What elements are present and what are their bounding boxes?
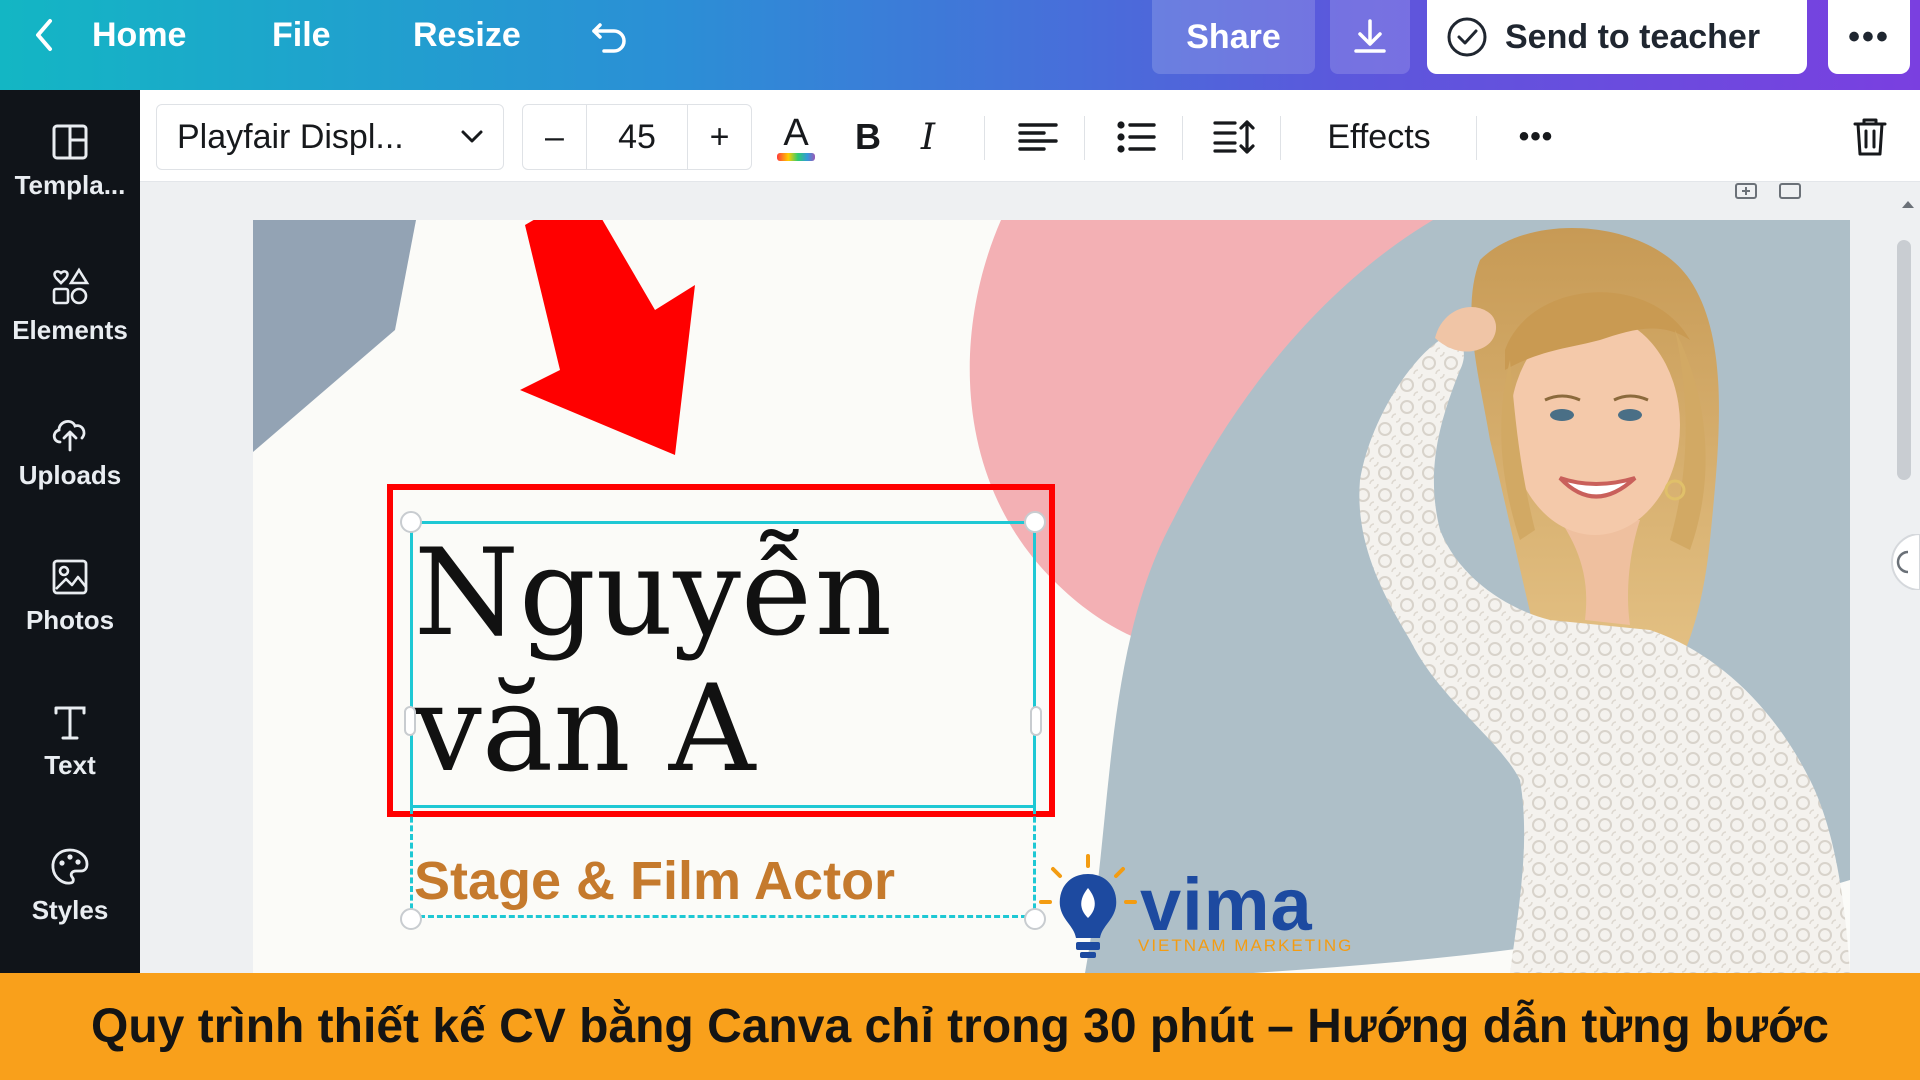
sidebar-item-uploads[interactable]: Uploads	[0, 390, 140, 510]
upload-icon	[52, 419, 86, 451]
subtitle-text[interactable]: Stage & Film Actor	[414, 850, 895, 912]
align-left-button[interactable]	[1008, 104, 1068, 170]
more-menu-button[interactable]: •••	[1828, 0, 1910, 74]
undo-icon[interactable]	[588, 0, 634, 70]
photos-icon	[52, 559, 88, 594]
resize-handle-right[interactable]	[1030, 706, 1042, 736]
more-options-button[interactable]: •••	[1496, 104, 1576, 170]
toolbar-divider	[1084, 116, 1085, 160]
sidebar-item-photos[interactable]: Photos	[0, 535, 140, 655]
caption-text: Quy trình thiết kế CV bằng Canva chỉ tro…	[91, 1000, 1829, 1053]
font-size-input[interactable]: 45	[587, 105, 687, 169]
resize-handle-top-right[interactable]	[1024, 511, 1046, 533]
spacing-button[interactable]	[1204, 104, 1264, 170]
sidebar-item-label: Text	[44, 749, 96, 780]
format-toolbar: Playfair Displ... – 45 + A B I Effects •…	[140, 90, 1920, 182]
side-handle-icon[interactable]	[1878, 534, 1920, 590]
list-icon	[1117, 121, 1156, 153]
resize-handle-left[interactable]	[404, 706, 416, 736]
toolbar-divider	[984, 116, 985, 160]
toolbar-divider	[1280, 116, 1281, 160]
share-button[interactable]: Share	[1152, 0, 1315, 74]
scroll-up-arrow-icon[interactable]	[1900, 198, 1916, 210]
delete-button[interactable]	[1840, 104, 1900, 170]
toolbar-divider	[1182, 116, 1183, 160]
text-color-glyph: A	[783, 112, 809, 154]
styles-icon	[51, 848, 89, 884]
vima-logo-icon	[1039, 854, 1137, 958]
font-family-dropdown[interactable]: Playfair Displ...	[156, 104, 504, 170]
file-menu[interactable]: File	[272, 0, 331, 70]
bullet-list-button[interactable]	[1106, 104, 1166, 170]
align-left-icon	[1018, 123, 1058, 151]
sidebar-item-label: Photos	[25, 604, 115, 635]
text-icon	[54, 706, 86, 739]
resize-handle-top-left[interactable]	[400, 511, 422, 533]
bold-button[interactable]: B	[840, 104, 896, 170]
templates-icon	[52, 124, 88, 159]
increase-font-size-button[interactable]: +	[687, 105, 751, 169]
duplicate-page-icon[interactable]	[1735, 183, 1757, 199]
download-button[interactable]	[1330, 0, 1410, 74]
caption-banner: Quy trình thiết kế CV bằng Canva chỉ tro…	[0, 973, 1920, 1080]
vertical-scrollbar[interactable]	[1897, 240, 1911, 480]
resize-button[interactable]: Resize	[413, 0, 521, 70]
gray-corner-shape	[253, 220, 416, 452]
check-circle-icon	[1447, 17, 1487, 57]
toolbar-divider	[1476, 116, 1477, 160]
selection-outline	[410, 521, 1036, 808]
elements-icon	[52, 267, 90, 304]
page-actions	[1735, 183, 1801, 199]
sidebar-item-elements[interactable]: Elements	[0, 245, 140, 365]
line-spacing-icon	[1213, 120, 1255, 154]
back-icon[interactable]	[30, 0, 70, 70]
sidebar-item-templates[interactable]: Templa...	[0, 100, 140, 220]
send-to-teacher-button[interactable]: Send to teacher	[1427, 0, 1807, 74]
portrait-photo[interactable]	[1330, 220, 1850, 973]
vima-tagline: VIETNAM MARKETING	[1138, 936, 1354, 955]
text-color-button[interactable]: A	[766, 104, 826, 170]
trash-icon	[1853, 118, 1887, 156]
left-sidebar: Templa... Elements Uploads Photos Text S…	[0, 90, 140, 973]
home-button[interactable]: Home	[92, 0, 186, 70]
chevron-down-icon	[461, 130, 483, 143]
send-to-teacher-label: Send to teacher	[1505, 17, 1761, 56]
sidebar-item-label: Uploads	[18, 459, 122, 490]
italic-button[interactable]: I	[900, 104, 956, 170]
font-size-stepper: – 45 +	[522, 104, 752, 170]
vima-logo-text: vima	[1140, 863, 1313, 946]
sidebar-item-label: Templa...	[14, 169, 126, 200]
sidebar-item-label: Elements	[12, 314, 128, 345]
sidebar-item-styles[interactable]: Styles	[0, 825, 140, 945]
top-bar: Home File Resize Share Send to teacher •…	[0, 0, 1920, 90]
decrease-font-size-button[interactable]: –	[523, 105, 587, 169]
red-arrow-annotation	[520, 220, 695, 455]
download-icon	[1354, 19, 1386, 53]
sidebar-item-text[interactable]: Text	[0, 680, 140, 800]
font-family-value: Playfair Displ...	[177, 117, 404, 156]
add-page-icon[interactable]	[1779, 183, 1801, 199]
effects-button[interactable]: Effects	[1304, 104, 1454, 170]
sidebar-item-label: Styles	[31, 894, 109, 925]
